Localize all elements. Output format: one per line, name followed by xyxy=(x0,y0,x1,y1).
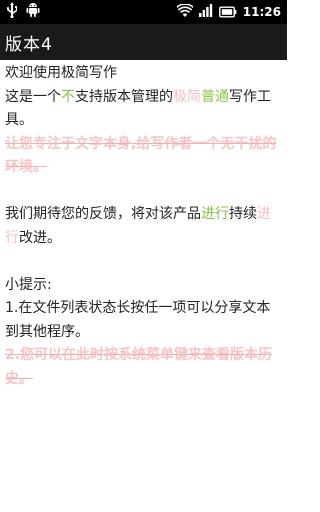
deleted-text: 2.您可以在此时按系统菜单键来查看版本历史。 xyxy=(5,347,273,387)
doc-text: 持续 xyxy=(229,206,257,222)
doc-line-feedback: 我们期待您的反馈，将对该产品进行持续进行改进。 xyxy=(5,203,281,250)
usb-icon xyxy=(6,2,18,22)
doc-line-tip-title: 小提示: xyxy=(5,274,281,298)
page-title: 版本4 xyxy=(5,34,53,55)
doc-text: 改进。 xyxy=(19,229,61,246)
deleted-text: 让您专注于文字本身,给写作者一个无干扰的环境。 xyxy=(5,135,277,176)
doc-line-tip1: 1.在文件列表状态长按任一项可以分享文本到其他程序。 xyxy=(5,297,281,344)
doc-text: 1.在文件列表状态长按任一项可以分享文本到其他程序。 xyxy=(5,300,271,340)
signal-icon xyxy=(198,3,213,22)
doc-text: 小提示: xyxy=(5,276,52,293)
added-text: 普通 xyxy=(201,88,229,105)
doc-text: 这是一个 xyxy=(5,88,61,105)
doc-line-welcome: 欢迎使用极简写作 xyxy=(5,62,281,86)
added-text: 不 xyxy=(61,88,75,105)
doc-line-deleted-focus: 让您专注于文字本身,给写作者一个无干扰的环境。 xyxy=(5,133,281,180)
status-time: 11:26 xyxy=(242,5,281,19)
title-bar: 版本4 xyxy=(0,24,287,60)
doc-text: 我们期待您的反馈，将对该产品 xyxy=(5,206,201,222)
doc-text: 支持版本管理的 xyxy=(75,88,173,105)
doc-line-tip2-deleted: 2.您可以在此时按系统菜单键来查看版本历史。 xyxy=(5,344,281,391)
android-icon xyxy=(26,2,40,22)
status-left-icons xyxy=(6,2,40,22)
doc-text: 欢迎使用极简写作 xyxy=(5,65,117,81)
document-content[interactable]: 欢迎使用极简写作 这是一个不支持版本管理的极简普通写作工具。 让您专注于文字本身… xyxy=(5,62,281,391)
deleted-text: 极简 xyxy=(173,88,201,105)
status-right-icons: 11:26 xyxy=(175,0,281,24)
doc-line-intro: 这是一个不支持版本管理的极简普通写作工具。 xyxy=(5,86,281,133)
battery-icon xyxy=(218,3,237,22)
added-text: 进行 xyxy=(201,206,229,222)
wifi-icon xyxy=(175,2,194,22)
status-bar: 11:26 xyxy=(0,0,287,24)
